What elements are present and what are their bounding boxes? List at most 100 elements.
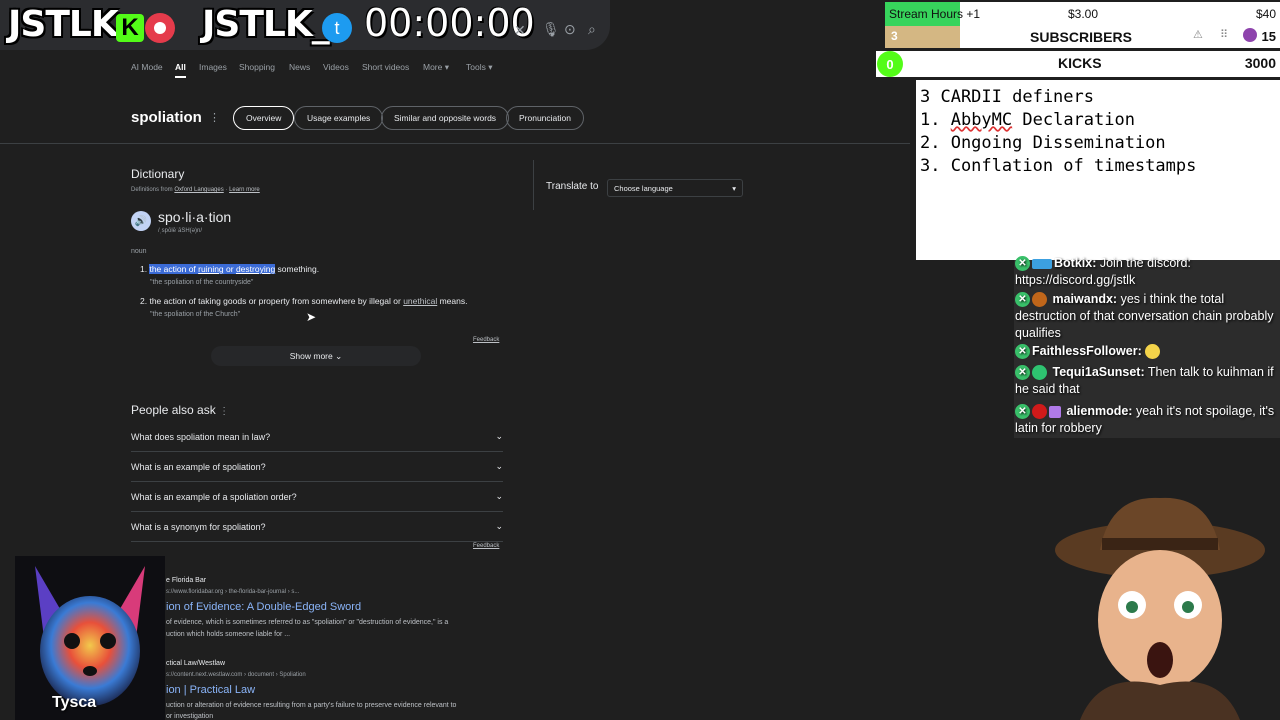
grid-icon: ⠿: [1220, 29, 1229, 41]
part-of-speech: noun: [131, 248, 147, 255]
more-options-icon[interactable]: ⋮: [219, 406, 229, 417]
result-snippet: or investigation: [166, 713, 214, 720]
result-title-link[interactable]: ion | Practical Law: [166, 684, 255, 696]
result-source: ctical Law/Westlaw: [166, 660, 226, 667]
donation-amount: $3.00: [1068, 7, 1099, 21]
paa-question-text: What is an example of spoliation?: [131, 461, 266, 472]
cartoon-detective-avatar: [1055, 497, 1265, 720]
mic-icon[interactable]: 🎙: [542, 21, 560, 38]
result-snippet: uction or alteration of evidence resulti…: [166, 702, 457, 709]
mod-badge-icon: ✕: [1015, 344, 1030, 360]
mod-badge-icon: ✕: [1015, 256, 1030, 272]
tab-more[interactable]: More ▾: [423, 62, 449, 73]
emote-icon: [1145, 344, 1161, 360]
badge-icon: [1032, 292, 1047, 308]
example-2: "the spoliation of the Church": [150, 311, 241, 318]
tab-ai-mode[interactable]: AI Mode: [131, 62, 163, 72]
header-divider: [0, 143, 910, 144]
close-icon[interactable]: ✕: [514, 22, 526, 39]
notes-line: 3. Conflation of timestamps: [920, 156, 1197, 176]
tab-shopping[interactable]: Shopping: [239, 62, 275, 72]
lens-icon[interactable]: ⊙: [564, 21, 576, 38]
notes-line: 3 CARDII definers: [920, 87, 1094, 107]
chevron-down-icon: ⌄: [495, 521, 503, 531]
def-number: 2.: [140, 296, 148, 306]
def-link-ruining[interactable]: ruining: [198, 264, 224, 274]
twitter-icon: t: [322, 13, 352, 43]
badge-icon: [1032, 365, 1047, 381]
tab-all[interactable]: All: [175, 62, 186, 72]
paa-question[interactable]: What is a synonym for spoliation? ⌄: [131, 512, 503, 542]
def-link-unethical[interactable]: unethical: [403, 296, 437, 306]
chip-usage-examples[interactable]: Usage examples: [294, 106, 384, 130]
more-options-icon[interactable]: ⋮: [209, 111, 220, 124]
overlay-brand-left: JSTLK: [8, 4, 119, 45]
show-more-label: Show more: [289, 351, 333, 361]
kicks-label: KICKS: [1058, 55, 1102, 71]
paa-question-text: What does spoliation mean in law?: [131, 431, 271, 442]
paa-heading: People also ask ⋮: [131, 403, 229, 417]
result-title-link[interactable]: ion of Evidence: A Double-Edged Sword: [166, 601, 361, 613]
mod-badge-icon: ✕: [1015, 365, 1030, 381]
record-icon: [145, 13, 175, 43]
notes-line: 2. Ongoing Dissemination: [920, 133, 1166, 153]
mod-badge-icon: ✕: [1015, 292, 1030, 308]
chevron-down-icon: ▾: [444, 62, 450, 72]
oxford-link[interactable]: Oxford Languages: [174, 187, 223, 193]
chat-overlay: ✕ Botkix: Join the discord: https://disco…: [1014, 256, 1280, 438]
subscribers-bar: 3 SUBSCRIBERS ⚠ ⠿ 15: [885, 26, 1280, 48]
subs-count: 3: [891, 29, 898, 43]
tab-videos[interactable]: Videos: [323, 62, 349, 72]
notes-rest: Declaration: [1012, 110, 1135, 130]
language-select[interactable]: Choose language ▾: [607, 179, 743, 197]
chat-username: Botkix:: [1054, 256, 1097, 270]
example-1: "the spoliation of the countryside": [150, 279, 254, 286]
tab-news[interactable]: News: [289, 62, 310, 72]
chip-pronunciation[interactable]: Pronunciation: [506, 106, 584, 130]
feedback-link[interactable]: Feedback: [473, 337, 499, 343]
def-text: the action of: [149, 264, 199, 274]
def-text: something.: [275, 264, 320, 274]
def-number: 1.: [140, 264, 148, 274]
paa-question[interactable]: What is an example of spoliation? ⌄: [131, 452, 503, 482]
dictionary-heading: Dictionary: [131, 167, 185, 181]
mod-badge-icon: ✕: [1015, 404, 1030, 420]
notes-panel: 3 CARDII definers 1. AbbyMC Declaration …: [916, 80, 1280, 260]
paa-feedback-link[interactable]: Feedback: [473, 543, 499, 549]
chat-message: ✕ maiwandx: yes i think the total destru…: [1015, 291, 1277, 342]
show-more-button[interactable]: Show more ⌄: [211, 346, 421, 366]
chat-username: Tequi1aSunset:: [1052, 365, 1145, 379]
chip-overview[interactable]: Overview: [233, 106, 295, 130]
paa-question[interactable]: What is an example of a spoliation order…: [131, 482, 503, 512]
definition-2: 2. the action of taking goods or propert…: [140, 296, 467, 306]
result-url[interactable]: s://www.floridabar.org › the-florida-bar…: [166, 589, 299, 595]
chevron-down-icon: ⌄: [495, 431, 503, 441]
paa-question-text: What is an example of a spoliation order…: [131, 491, 297, 502]
stream-hours-bar: Stream Hours +1 $3.00 $40: [885, 2, 1280, 26]
chevron-down-icon: ⌄: [495, 461, 503, 471]
learn-more-link[interactable]: Learn more: [229, 187, 260, 193]
chat-message: ✕ FaithlessFollower:: [1015, 343, 1277, 360]
def-link-destroying[interactable]: destroying: [235, 264, 276, 274]
chip-similar-opposite[interactable]: Similar and opposite words: [381, 106, 510, 130]
chevron-down-icon: ▾: [732, 183, 736, 193]
subscribers-label: SUBSCRIBERS: [1030, 29, 1132, 45]
tab-more-label: More: [423, 62, 443, 72]
source-prefix: Definitions from: [131, 187, 173, 193]
speaker-icon[interactable]: 🔊: [131, 211, 151, 231]
language-select-value: Choose language: [614, 183, 673, 193]
def-text: or: [223, 264, 236, 274]
active-tab-underline: [175, 76, 186, 78]
notes-num: 1.: [920, 110, 951, 130]
tab-images[interactable]: Images: [199, 62, 227, 72]
overlay-brand-right: JSTLK_: [202, 4, 330, 45]
result-snippet: of evidence, which is sometimes referred…: [166, 619, 449, 626]
kicks-count: 0: [877, 51, 903, 77]
paa-question[interactable]: What does spoliation mean in law? ⌄: [131, 422, 503, 452]
tab-short-videos[interactable]: Short videos: [362, 62, 409, 72]
search-icon[interactable]: ⌕: [588, 21, 596, 38]
tab-tools[interactable]: Tools ▾: [466, 62, 493, 73]
chevron-down-icon: ⌄: [495, 491, 503, 501]
result-url[interactable]: s://content.next.westlaw.com › document …: [166, 672, 306, 678]
stream-hours-label: Stream Hours +1: [889, 7, 981, 21]
